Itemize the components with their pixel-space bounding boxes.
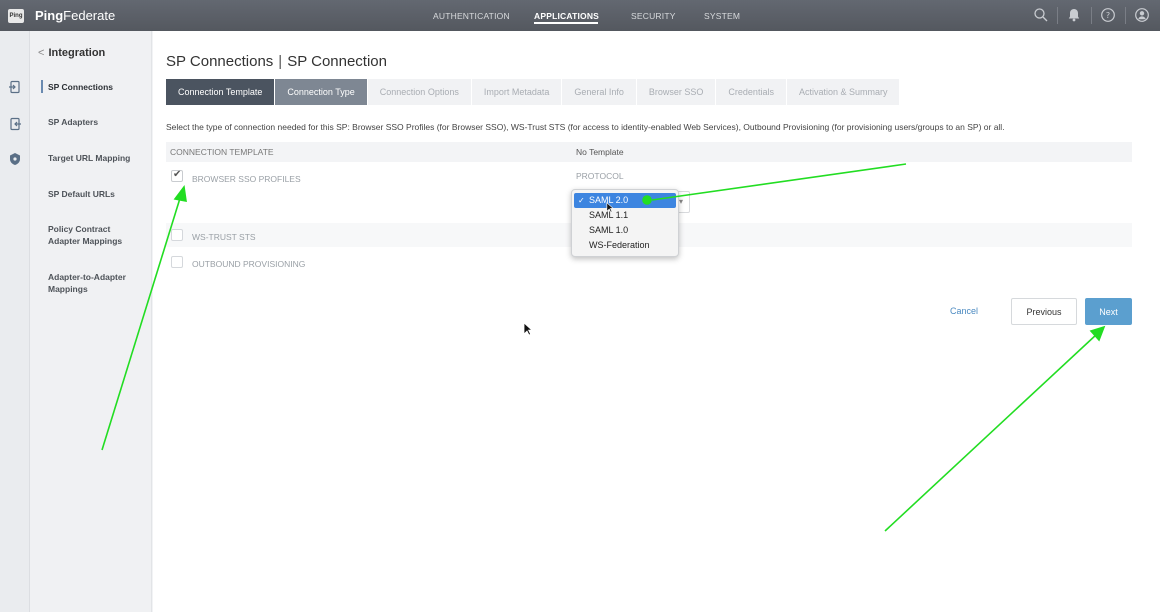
nav-system[interactable]: SYSTEM xyxy=(704,11,740,21)
main-content: SP Connections | SP Connection Connection … xyxy=(153,31,1160,612)
page-title-main[interactable]: SP Connections xyxy=(166,53,273,70)
brand-bold: Ping xyxy=(35,8,64,23)
ws-trust-sts-checkbox[interactable] xyxy=(171,229,183,241)
check-icon: ✓ xyxy=(578,196,585,205)
wizard-tabs: Connection Template Connection Type Conn… xyxy=(166,79,901,105)
browser-sso-profiles-checkbox[interactable] xyxy=(171,169,183,182)
mouse-cursor-icon xyxy=(606,202,614,213)
active-indicator xyxy=(41,80,43,93)
protocol-option-saml-2-0[interactable]: ✓ SAML 2.0 xyxy=(574,193,676,208)
chevron-left-icon: < xyxy=(38,47,45,59)
sidebar-item-adapter-to-adapter-mappings[interactable]: Adapter-to-Adapter Mappings xyxy=(48,271,140,295)
sidebar-item-policy-contract-adapter-mappings[interactable]: Policy Contract Adapter Mappings xyxy=(48,223,140,247)
tab-connection-template[interactable]: Connection Template xyxy=(166,79,276,105)
product-name: PingFederate xyxy=(35,8,115,23)
browser-sso-profiles-label: BROWSER SSO PROFILES xyxy=(192,174,301,184)
topbar-divider xyxy=(1125,7,1126,24)
header-no-template: No Template xyxy=(576,147,624,157)
icon-rail xyxy=(0,31,30,612)
topbar-divider xyxy=(1091,7,1092,24)
protocol-option-saml-1-0[interactable]: SAML 1.0 xyxy=(574,223,676,238)
page-title-sub: SP Connection xyxy=(287,53,387,70)
protocol-option-ws-federation[interactable]: WS-Federation xyxy=(574,238,676,253)
tab-connection-type[interactable]: Connection Type xyxy=(275,79,368,105)
back-to-integration-link[interactable]: < Integration xyxy=(38,47,105,59)
app-window: Ping PingFederate AUTHENTICATION APPLICA… xyxy=(0,0,1160,612)
chevron-down-icon: ▾ xyxy=(678,197,683,206)
tab-browser-sso[interactable]: Browser SSO xyxy=(636,79,717,105)
outbound-provisioning-label: OUTBOUND PROVISIONING xyxy=(192,259,306,269)
user-icon[interactable] xyxy=(1134,7,1150,23)
cancel-button[interactable]: Cancel xyxy=(950,306,978,316)
svg-text:?: ? xyxy=(1106,11,1110,20)
next-button[interactable]: Next xyxy=(1085,298,1132,325)
protocol-dropdown-menu: ✓ SAML 2.0 SAML 1.1 SAML 1.0 WS-Federatio… xyxy=(571,189,679,257)
header-connection-template: CONNECTION TEMPLATE xyxy=(170,147,274,157)
topbar-divider xyxy=(1057,7,1058,24)
mouse-cursor-icon xyxy=(523,322,533,336)
protocol-option-saml-1-1[interactable]: SAML 1.1 xyxy=(574,208,676,223)
sidebar-item-sp-default-urls[interactable]: SP Default URLs xyxy=(48,188,148,200)
title-separator: | xyxy=(278,53,283,70)
tab-connection-options[interactable]: Connection Options xyxy=(367,79,472,105)
idp-connections-icon[interactable] xyxy=(8,117,22,131)
oauth-shield-icon[interactable] xyxy=(8,152,22,166)
grid-header: CONNECTION TEMPLATE No Template xyxy=(166,142,1132,162)
sidebar-item-target-url-mapping[interactable]: Target URL Mapping xyxy=(48,152,148,164)
sidebar-item-sp-connections[interactable]: SP Connections xyxy=(48,81,148,93)
outbound-provisioning-checkbox[interactable] xyxy=(171,256,183,268)
page-title: SP Connections | SP Connection xyxy=(166,53,387,70)
tab-credentials[interactable]: Credentials xyxy=(716,79,787,105)
tab-general-info[interactable]: General Info xyxy=(562,79,637,105)
sidebar: < Integration SP Connections SP Adapters … xyxy=(30,31,152,612)
nav-authentication[interactable]: AUTHENTICATION xyxy=(433,11,510,21)
top-navigation-bar: Ping PingFederate AUTHENTICATION APPLICA… xyxy=(0,0,1160,31)
logo-text: Ping xyxy=(9,13,23,19)
search-icon[interactable] xyxy=(1033,7,1049,23)
nav-security[interactable]: SECURITY xyxy=(631,11,676,21)
bell-icon[interactable] xyxy=(1066,7,1082,23)
tab-import-metadata[interactable]: Import Metadata xyxy=(471,79,563,105)
sp-connections-icon[interactable] xyxy=(8,80,22,94)
active-nav-underline xyxy=(534,22,598,24)
back-label: Integration xyxy=(48,47,106,59)
nav-applications[interactable]: APPLICATIONS xyxy=(534,11,599,21)
help-icon[interactable]: ? xyxy=(1100,7,1116,23)
instructions-text: Select the type of connection needed for… xyxy=(166,122,1005,132)
ws-trust-sts-label: WS-TRUST STS xyxy=(192,232,256,242)
protocol-label: PROTOCOL xyxy=(576,171,624,181)
option-label: WS-Federation xyxy=(589,240,650,250)
sidebar-item-sp-adapters[interactable]: SP Adapters xyxy=(48,116,148,128)
option-label: SAML 1.0 xyxy=(589,225,629,235)
tab-activation-summary[interactable]: Activation & Summary xyxy=(786,79,901,105)
previous-button[interactable]: Previous xyxy=(1011,298,1077,325)
brand-rest: Federate xyxy=(63,8,116,23)
ping-logo[interactable]: Ping xyxy=(8,9,24,23)
